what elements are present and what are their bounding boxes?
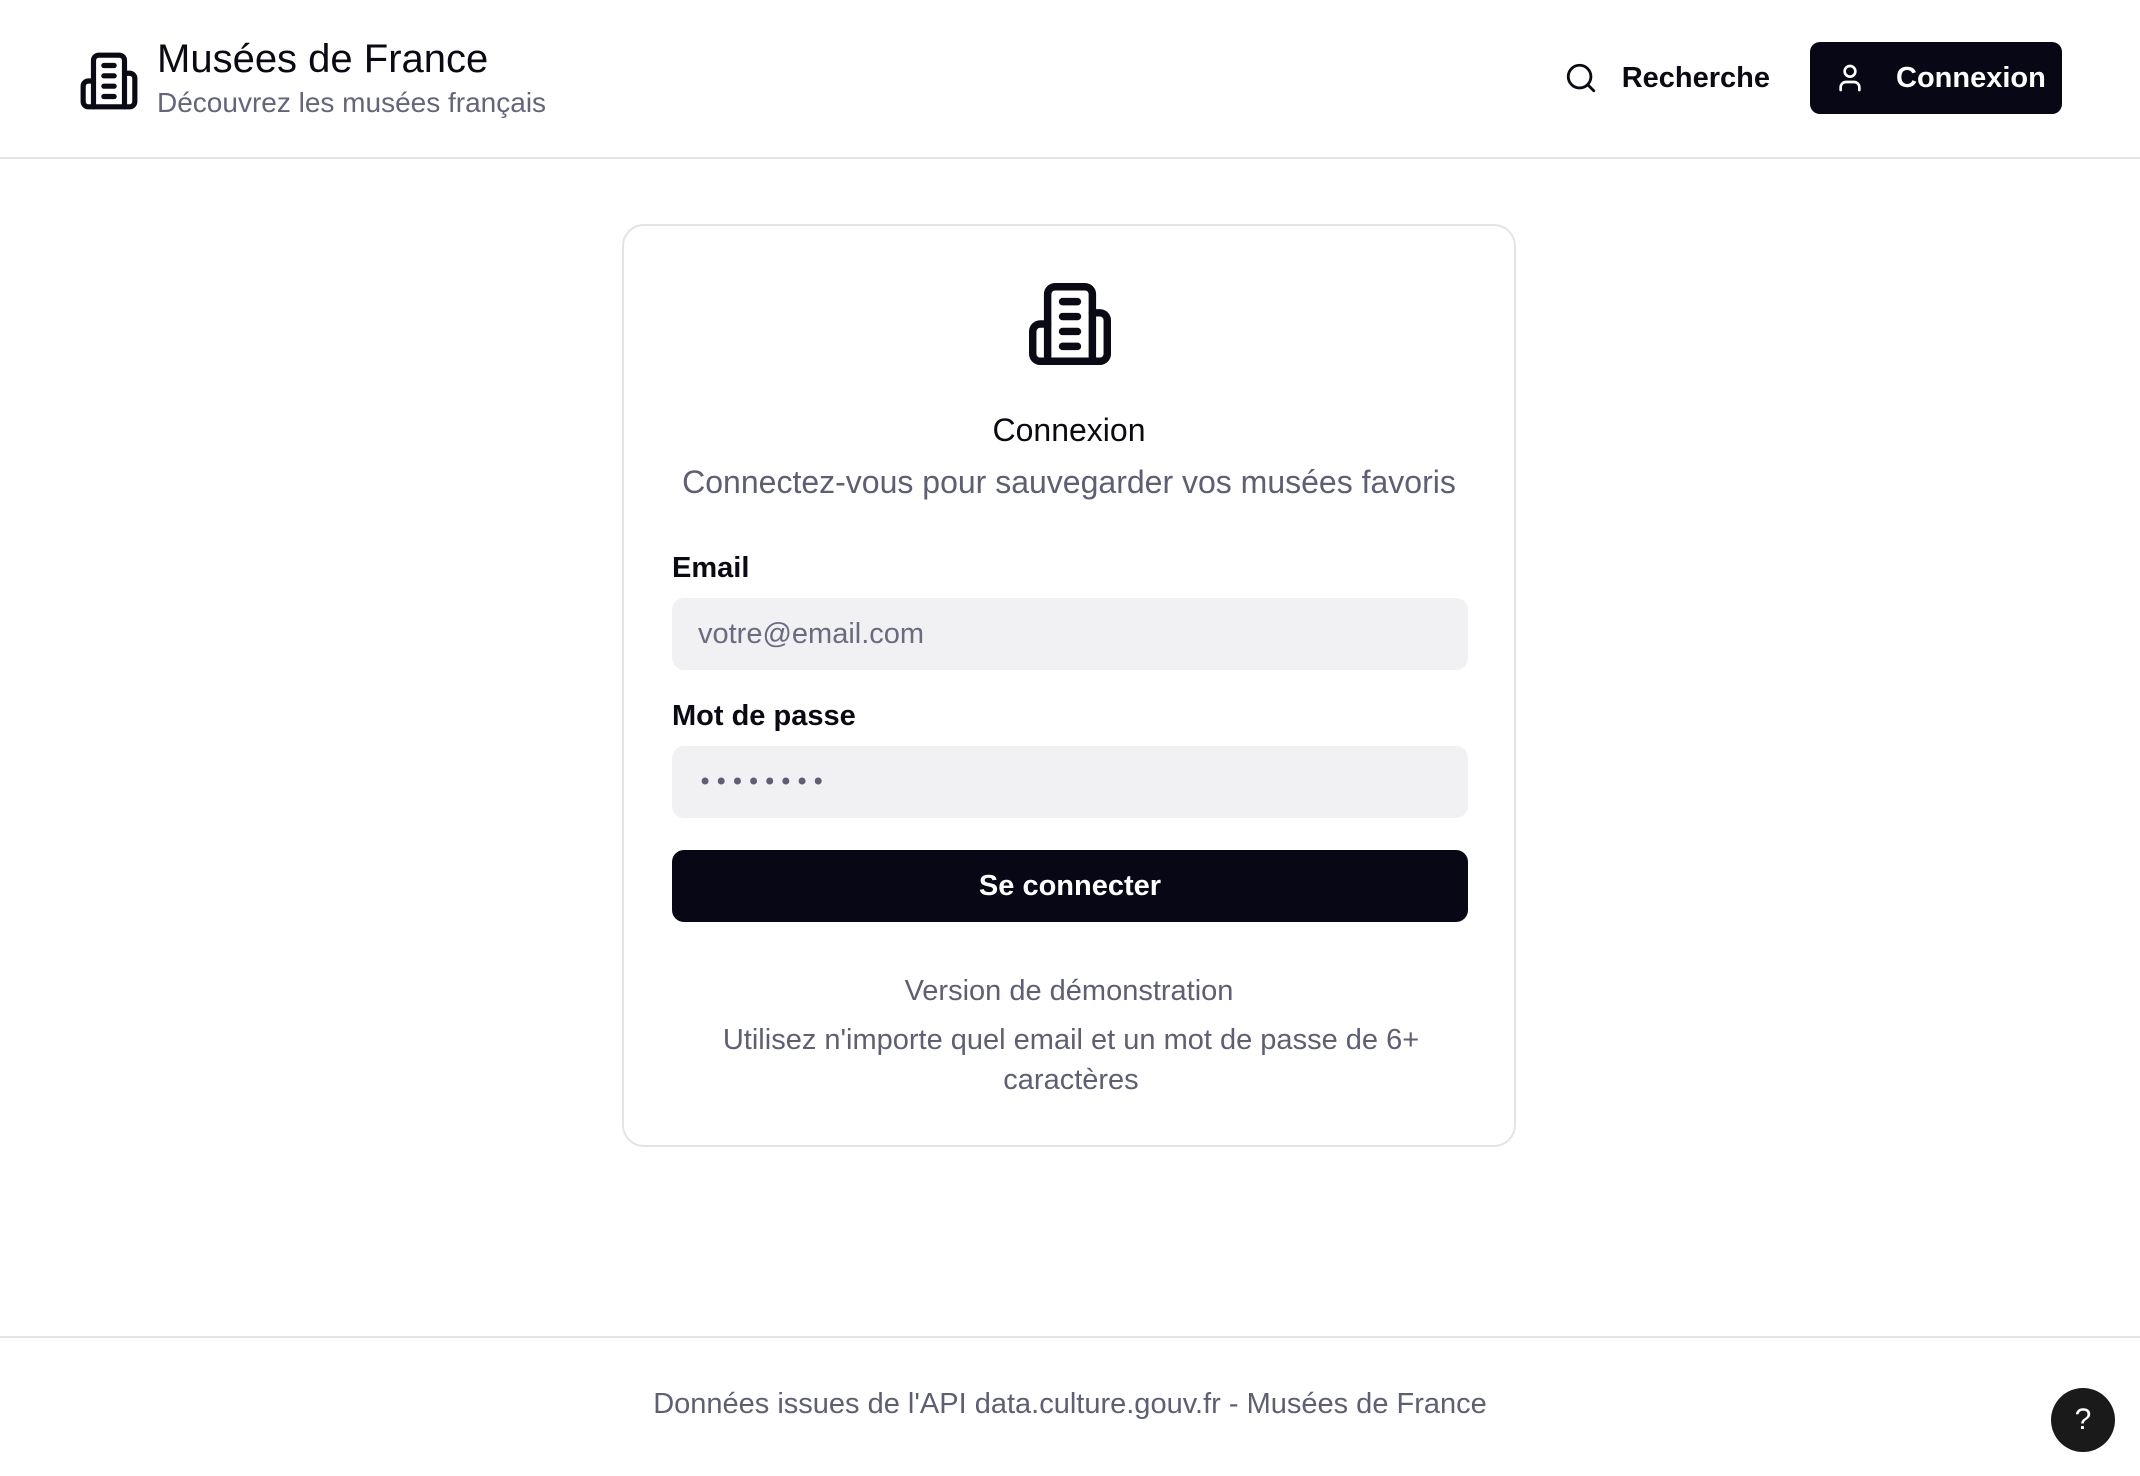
- demo-title: Version de démonstration: [904, 975, 1234, 1007]
- help-button[interactable]: ?: [2051, 1388, 2115, 1452]
- site-subtitle: Découvrez les musées français: [157, 87, 547, 118]
- building-icon: [1029, 283, 1111, 365]
- brand[interactable]: Musées de France Découvrez les musées fr…: [78, 36, 546, 120]
- email-field[interactable]: [672, 598, 1468, 670]
- search-link-label: Recherche: [1621, 61, 1770, 94]
- login-button-label: Connexion: [1896, 61, 2046, 94]
- search-icon: [1566, 63, 1595, 93]
- demo-instructions: Utilisez n'importe quel email et un mot …: [722, 1024, 1420, 1096]
- site-footer: Données issues de l'API data.culture.gou…: [0, 1336, 2140, 1476]
- search-link[interactable]: Recherche: [1544, 42, 1794, 114]
- site-title: Musées de France: [157, 37, 489, 81]
- login-card: Connexion Connectez-vous pour sauvegarde…: [622, 224, 1516, 1147]
- login-button[interactable]: Connexion: [1810, 42, 2062, 114]
- email-label: Email: [672, 552, 750, 584]
- submit-button[interactable]: Se connecter: [672, 850, 1468, 922]
- password-label: Mot de passe: [672, 700, 856, 732]
- footer-text: Données issues de l'API data.culture.gou…: [653, 1388, 1487, 1420]
- login-subtitle: Connectez-vous pour sauvegarder vos musé…: [682, 464, 1456, 500]
- password-field[interactable]: ••••••••: [672, 746, 1468, 818]
- user-icon: [1839, 64, 1861, 92]
- login-title: Connexion: [992, 412, 1146, 448]
- brand-text: Musées de France Découvrez les musées fr…: [157, 36, 546, 120]
- header-nav: Recherche Connexion: [1544, 42, 2062, 114]
- building-icon: [80, 52, 138, 110]
- site-header: Musées de France Découvrez les musées fr…: [0, 0, 2140, 159]
